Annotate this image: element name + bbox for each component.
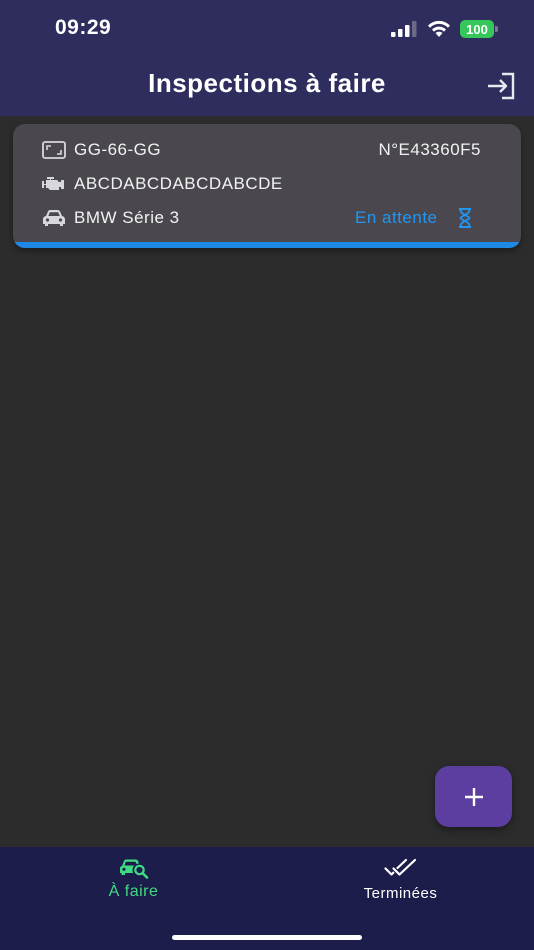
hourglass-icon bbox=[459, 208, 471, 228]
tab-a-faire-label: À faire bbox=[108, 883, 159, 900]
inspection-card[interactable]: GG-66-GG N°E43360F5 ABCDABCDABCDABCDE BM… bbox=[13, 124, 521, 248]
page-title: Inspections à faire bbox=[148, 68, 386, 98]
battery-tip bbox=[495, 26, 498, 32]
double-check-icon bbox=[384, 858, 417, 876]
car-search-icon bbox=[120, 859, 149, 879]
cellular-signal-icon bbox=[391, 21, 417, 37]
car-icon bbox=[43, 210, 65, 226]
tab-a-faire[interactable]: À faire bbox=[0, 847, 267, 927]
wifi-icon bbox=[428, 20, 450, 37]
logout-icon[interactable] bbox=[486, 72, 516, 100]
inspection-number: N°E43360F5 bbox=[378, 140, 481, 159]
tab-terminees[interactable]: Terminées bbox=[267, 847, 534, 927]
tab-terminees-label: Terminées bbox=[363, 885, 438, 902]
battery-indicator: 100 bbox=[460, 20, 494, 38]
status-time: 09:29 bbox=[55, 16, 112, 39]
status-badge: En attente bbox=[355, 208, 438, 227]
card-accent-bar bbox=[13, 242, 521, 248]
status-bar: 09:29 100 bbox=[0, 0, 534, 56]
home-indicator bbox=[172, 935, 362, 940]
engine-icon bbox=[42, 177, 64, 190]
license-plate-icon bbox=[42, 141, 66, 159]
vin-text: ABCDABCDABCDABCDE bbox=[74, 174, 283, 193]
license-plate-text: GG-66-GG bbox=[74, 140, 162, 159]
car-model-text: BMW Série 3 bbox=[74, 208, 180, 227]
plus-icon bbox=[464, 787, 483, 806]
add-inspection-button[interactable] bbox=[435, 766, 512, 827]
app-header: 09:29 100 Inspections à faire bbox=[0, 0, 534, 116]
